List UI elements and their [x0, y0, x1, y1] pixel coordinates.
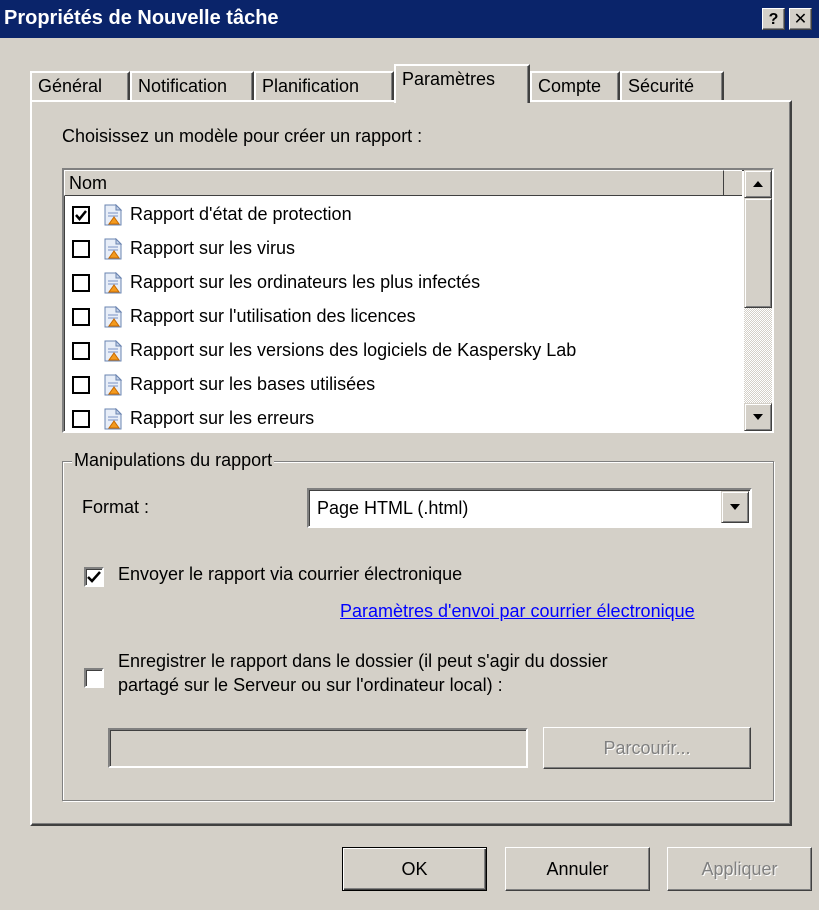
report-doc-icon [102, 271, 124, 294]
report-doc-icon [102, 237, 124, 260]
column-header-name[interactable]: Nom [64, 170, 724, 196]
manipulations-group-title: Manipulations du rapport [72, 450, 275, 471]
send-email-checkbox[interactable] [84, 567, 104, 587]
arrow-up-icon [753, 181, 763, 187]
format-dropdown-button[interactable] [721, 491, 749, 523]
cancel-button[interactable]: Annuler [505, 847, 650, 891]
format-label: Format : [82, 497, 150, 517]
tab-general[interactable]: Général [30, 71, 130, 101]
close-button[interactable]: ✕ [789, 8, 812, 30]
template-label: Rapport sur les erreurs [130, 408, 315, 428]
tab-parametres[interactable]: Paramètres [394, 64, 530, 103]
report-doc-icon [102, 203, 124, 226]
save-folder-checkbox[interactable] [84, 668, 104, 688]
template-label: Rapport d'état de protection [130, 204, 352, 224]
template-label: Rapport sur les versions des logiciels d… [130, 340, 577, 360]
template-checkbox[interactable] [72, 206, 90, 224]
template-checkbox[interactable] [72, 376, 90, 394]
chevron-down-icon [730, 504, 740, 510]
tab-notification[interactable]: Notification [130, 71, 254, 101]
window-title: Propriétés de Nouvelle tâche [4, 7, 279, 29]
apply-button[interactable]: Appliquer [667, 847, 812, 891]
template-label: Rapport sur les bases utilisées [130, 374, 376, 394]
checkmark-icon [87, 571, 101, 583]
save-folder-label-line2[interactable]: partagé sur le Serveur ou sur l'ordinate… [118, 675, 503, 696]
scroll-up-button[interactable] [744, 170, 772, 198]
arrow-down-icon [753, 414, 763, 420]
template-label: Rapport sur l'utilisation des licences [130, 306, 416, 326]
folder-path-input[interactable] [108, 728, 528, 768]
report-doc-icon [102, 407, 124, 430]
list-scrollbar[interactable] [744, 170, 772, 431]
help-button[interactable]: ? [762, 8, 785, 30]
column-header-filler [724, 170, 742, 196]
browse-button[interactable]: Parcourir... [543, 727, 751, 769]
report-doc-icon [102, 373, 124, 396]
template-checkbox[interactable] [72, 410, 90, 428]
save-folder-label-line1[interactable]: Enregistrer le rapport dans le dossier (… [118, 651, 608, 672]
template-checkbox[interactable] [72, 308, 90, 326]
scroll-thumb[interactable] [744, 198, 772, 308]
template-label: Rapport sur les virus [130, 238, 296, 258]
title-bar: Propriétés de Nouvelle tâche ? ✕ [0, 0, 819, 38]
template-list[interactable]: Nom Rapport d'état de protection Rapport … [62, 168, 774, 433]
format-select[interactable]: Page HTML (.html) [307, 488, 752, 528]
report-doc-icon [102, 305, 124, 328]
checkmark-icon [75, 210, 87, 221]
template-checkbox[interactable] [72, 274, 90, 292]
tab-compte[interactable]: Compte [530, 71, 620, 101]
template-prompt: Choisissez un modèle pour créer un rappo… [62, 126, 423, 146]
send-email-label[interactable]: Envoyer le rapport via courrier électron… [118, 564, 462, 585]
format-select-value: Page HTML (.html) [317, 498, 469, 518]
tab-securite[interactable]: Sécurité [620, 71, 724, 101]
tab-planification[interactable]: Planification [254, 71, 394, 101]
template-checkbox[interactable] [72, 342, 90, 360]
scroll-down-button[interactable] [744, 403, 772, 431]
template-label: Rapport sur les ordinateurs les plus inf… [130, 272, 481, 292]
report-doc-icon [102, 339, 124, 362]
template-checkbox[interactable] [72, 240, 90, 258]
ok-button[interactable]: OK [342, 847, 487, 891]
email-settings-link[interactable]: Paramètres d'envoi par courrier électron… [340, 601, 695, 622]
